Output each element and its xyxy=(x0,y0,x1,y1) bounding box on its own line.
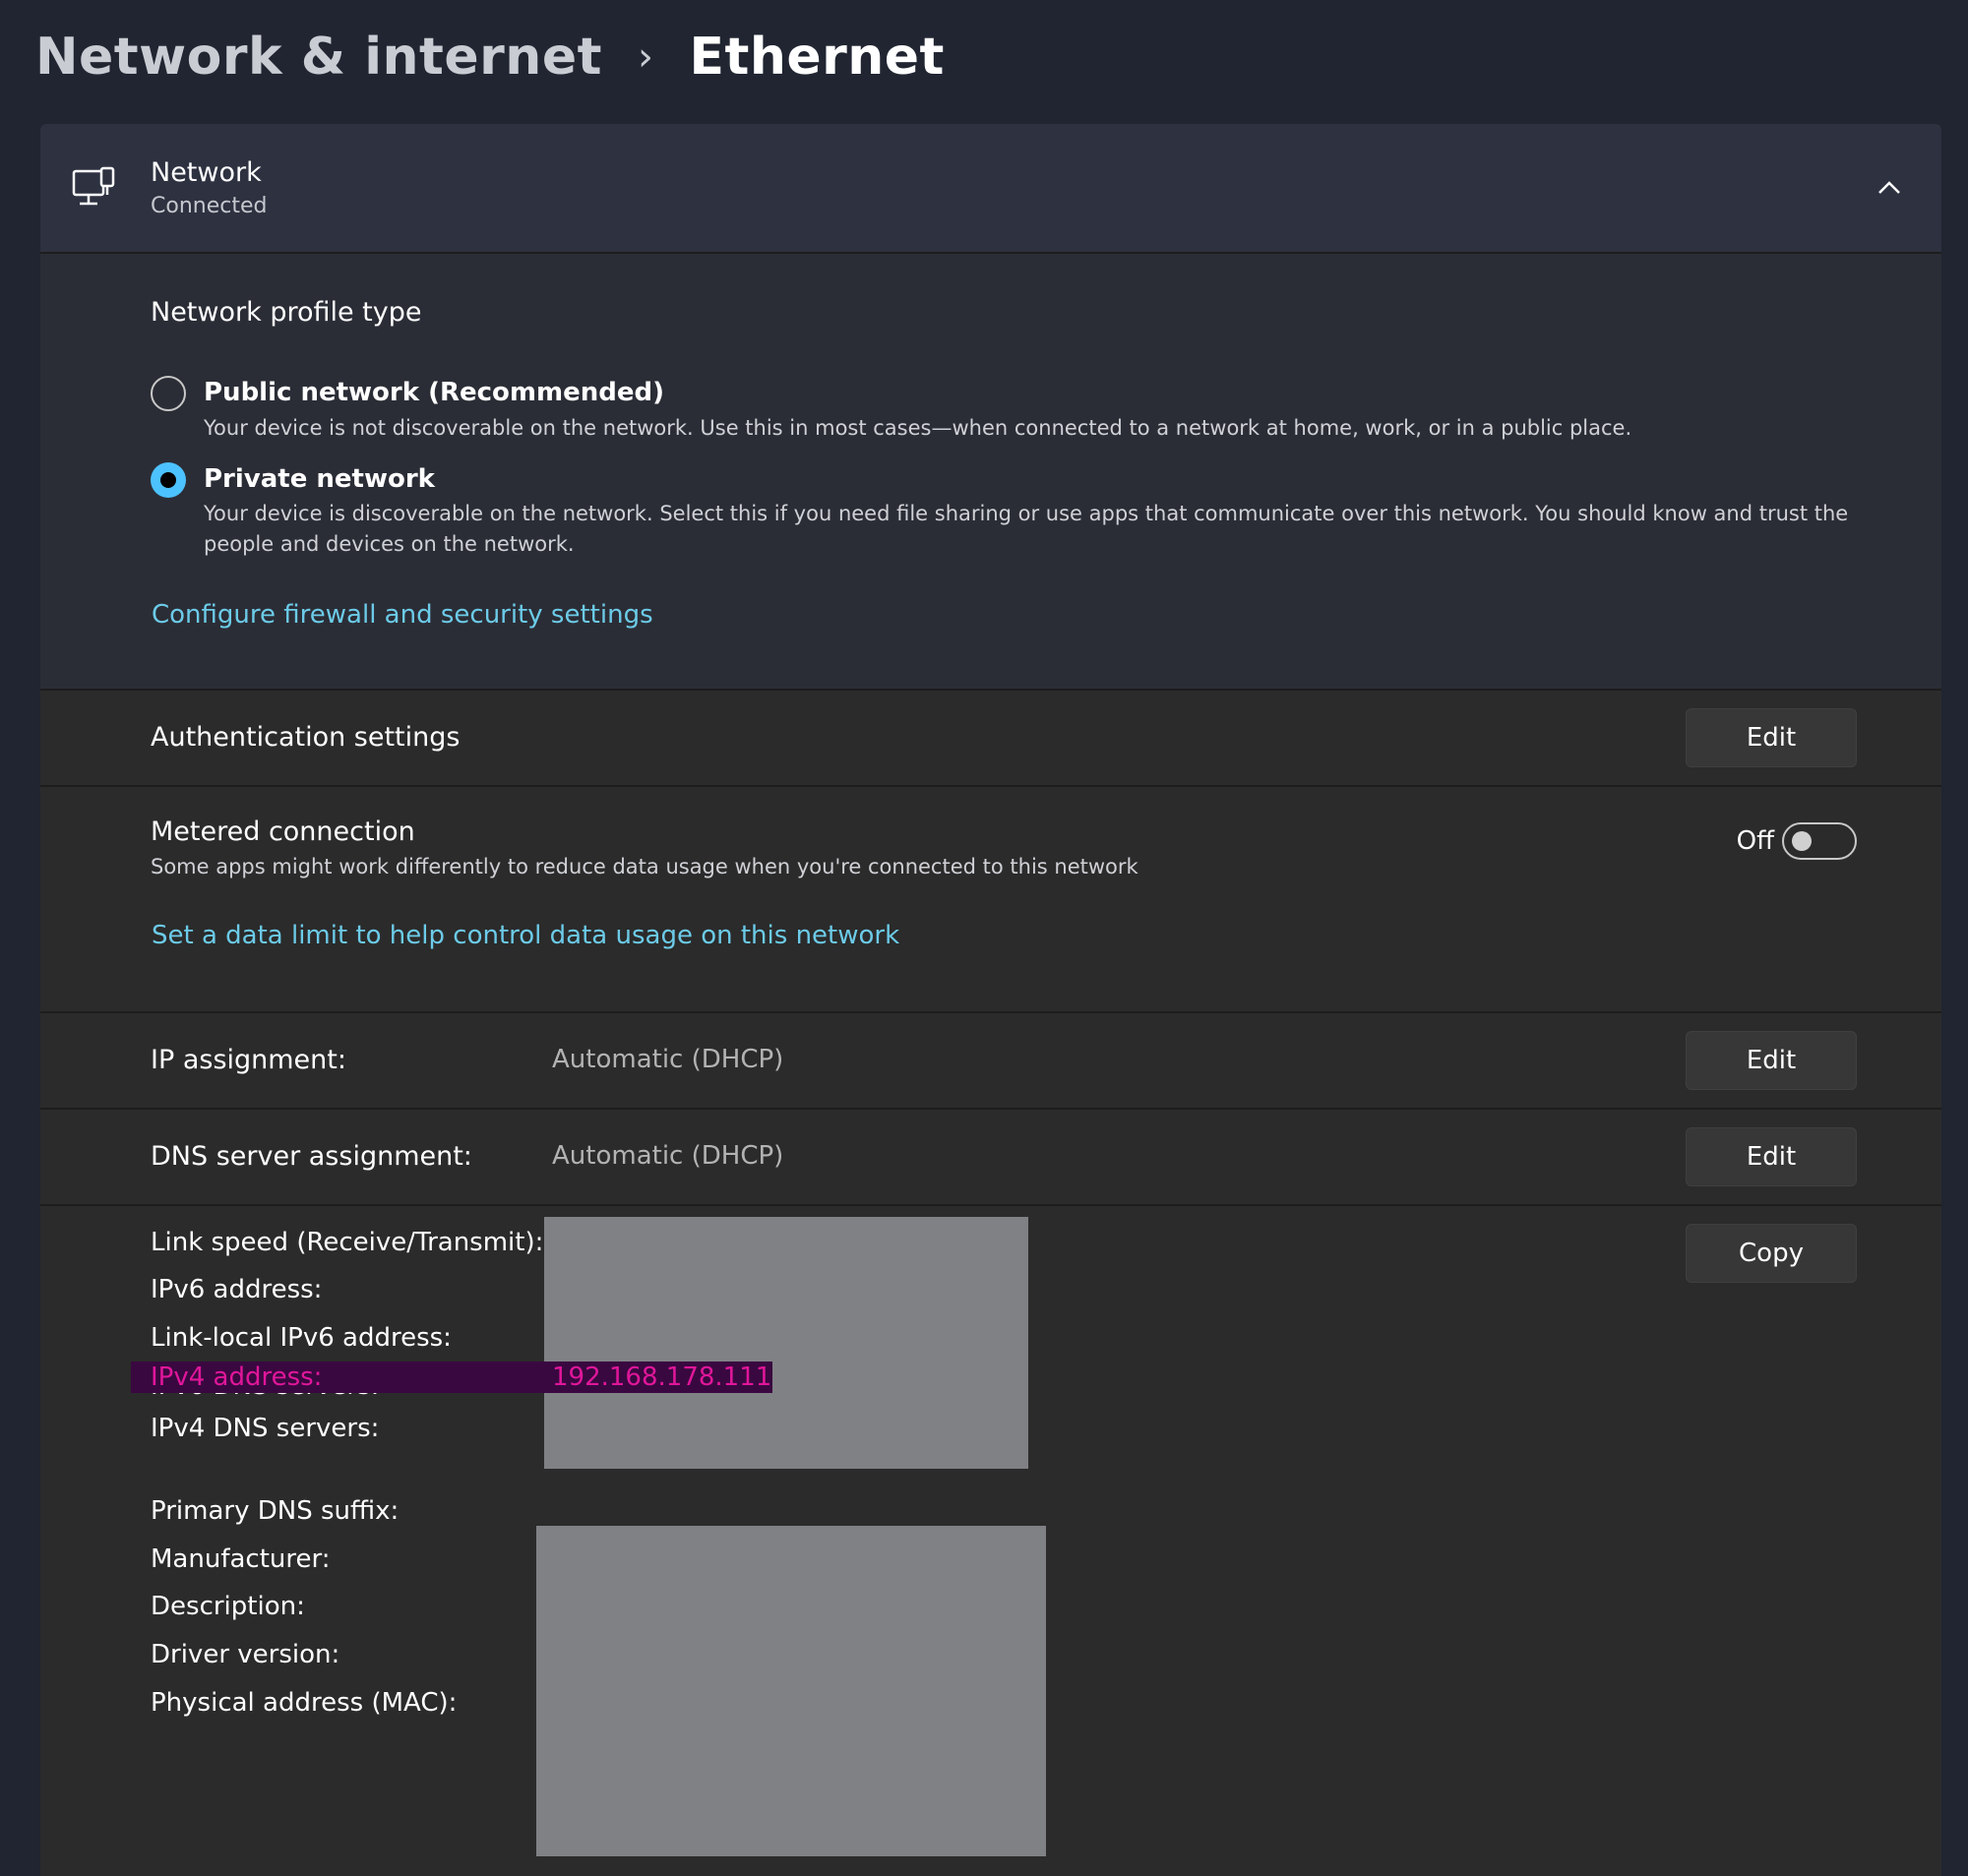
link-speed-label: Link speed (Receive/Transmit): xyxy=(151,1228,544,1257)
link-local-ipv6-label: Link-local IPv6 address: xyxy=(151,1323,452,1353)
primary-dns-suffix-label: Primary DNS suffix: xyxy=(151,1496,400,1526)
breadcrumb: Network & internet › Ethernet xyxy=(35,22,945,92)
copy-properties-button[interactable]: Copy xyxy=(1686,1224,1857,1283)
network-monitor-icon xyxy=(72,166,115,206)
dns-assignment-edit-button[interactable]: Edit xyxy=(1686,1127,1857,1186)
public-network-radio[interactable] xyxy=(151,376,186,411)
dns-assignment-label: DNS server assignment: xyxy=(151,1141,472,1172)
authentication-label: Authentication settings xyxy=(151,722,461,753)
mac-address-label: Physical address (MAC): xyxy=(151,1688,458,1718)
metered-title: Metered connection xyxy=(151,817,415,847)
ipv4-address-value: 192.168.178.111 xyxy=(552,1362,772,1392)
description-label: Description: xyxy=(151,1592,305,1621)
metered-connection-toggle[interactable] xyxy=(1782,822,1857,860)
ip-assignment-value: Automatic (DHCP) xyxy=(552,1045,784,1074)
public-network-label[interactable]: Public network (Recommended) xyxy=(204,378,664,407)
breadcrumb-parent-link[interactable]: Network & internet xyxy=(35,28,602,87)
ip-assignment-label: IP assignment: xyxy=(151,1045,346,1075)
ipv4-address-label: IPv4 address: xyxy=(151,1362,323,1392)
private-network-description-line2: people and devices on the network. xyxy=(204,532,575,556)
ipv4-dns-servers-label: IPv4 DNS servers: xyxy=(151,1414,380,1443)
metered-description: Some apps might work differently to redu… xyxy=(151,855,1138,878)
ip-assignment-edit-button[interactable]: Edit xyxy=(1686,1031,1857,1090)
authentication-row: Authentication settings Edit xyxy=(40,689,1941,785)
redacted-block-ipv4 xyxy=(536,1526,1046,1856)
network-name: Network xyxy=(151,157,262,188)
authentication-edit-button[interactable]: Edit xyxy=(1686,708,1857,767)
private-network-description-line1: Your device is discoverable on the netwo… xyxy=(204,502,1849,525)
firewall-settings-link[interactable]: Configure firewall and security settings xyxy=(152,600,653,630)
network-header[interactable]: Network Connected xyxy=(40,124,1941,252)
ipv6-address-label: IPv6 address: xyxy=(151,1275,323,1304)
page-title: Ethernet xyxy=(689,28,945,87)
metered-toggle-state: Off xyxy=(1736,826,1774,856)
network-status: Connected xyxy=(151,194,268,218)
private-network-label[interactable]: Private network xyxy=(204,464,435,494)
ip-assignment-row: IP assignment: Automatic (DHCP) Edit xyxy=(40,1011,1941,1108)
dns-assignment-value: Automatic (DHCP) xyxy=(552,1141,784,1171)
network-card: Network Connected Network profile type P… xyxy=(40,124,1941,1876)
chevron-up-icon[interactable] xyxy=(1876,175,1902,201)
redacted-block-ipv6 xyxy=(544,1217,1028,1469)
data-limit-link[interactable]: Set a data limit to help control data us… xyxy=(152,921,899,950)
manufacturer-label: Manufacturer: xyxy=(151,1544,331,1574)
dns-assignment-row: DNS server assignment: Automatic (DHCP) … xyxy=(40,1108,1941,1204)
private-network-radio[interactable] xyxy=(151,462,186,498)
public-network-description: Your device is not discoverable on the n… xyxy=(204,416,1632,440)
breadcrumb-separator: › xyxy=(637,34,654,80)
profile-heading: Network profile type xyxy=(151,297,422,328)
metered-connection-section: Metered connection Some apps might work … xyxy=(40,785,1941,1011)
driver-version-label: Driver version: xyxy=(151,1640,340,1669)
